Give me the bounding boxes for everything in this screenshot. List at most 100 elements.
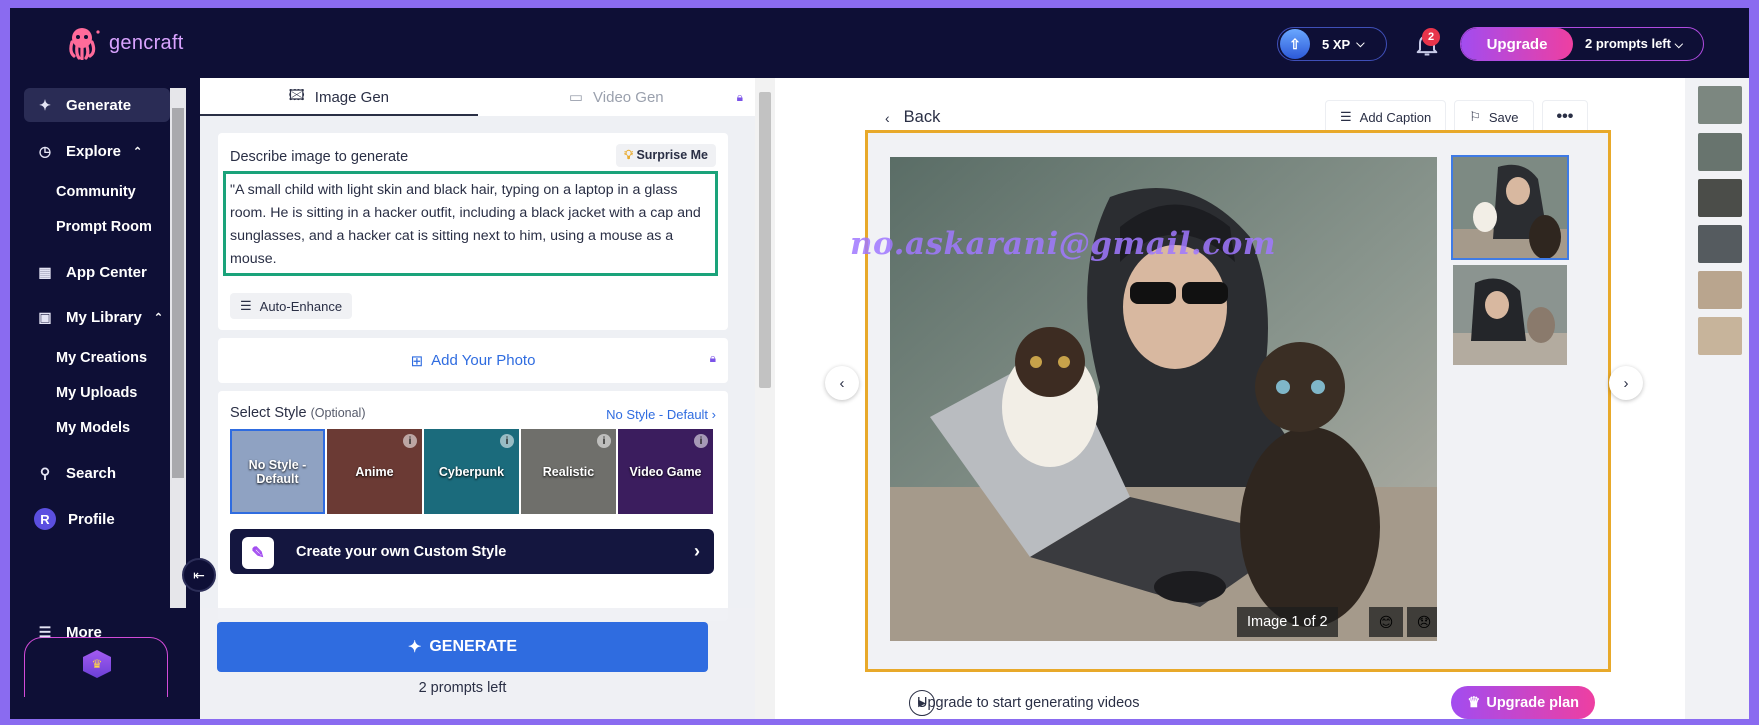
- sidebar-item-profile[interactable]: R Profile: [34, 508, 115, 530]
- history-thumbnail[interactable]: [1698, 271, 1742, 309]
- style-cyberpunk[interactable]: i Cyberpunk: [424, 429, 519, 514]
- sidebar-item-community[interactable]: Community: [56, 184, 136, 200]
- caption-lines-icon: ☰: [1340, 109, 1352, 124]
- style-grid: No Style - Default i Anime i Cyberpunk i…: [230, 429, 713, 514]
- chevron-up-icon: ⌃: [153, 311, 164, 324]
- sparkle-icon: ✦: [407, 639, 422, 656]
- style-anime[interactable]: i Anime: [327, 429, 422, 514]
- sidebar-item-my-uploads[interactable]: My Uploads: [56, 385, 137, 401]
- tab-image-gen[interactable]: 🖾 Image Gen: [200, 78, 478, 116]
- grid-icon: ▦: [38, 263, 52, 280]
- prompts-left-dropdown[interactable]: 2 prompts left ⌵: [1585, 36, 1683, 52]
- more-options-button[interactable]: •••: [1541, 100, 1589, 134]
- auto-enhance-button[interactable]: ☰ Auto-Enhance: [230, 293, 353, 319]
- add-photo-card[interactable]: ⊞ Add Your Photo 🔒︎: [218, 338, 728, 383]
- sidebar-item-search[interactable]: ⚲ Search: [36, 464, 116, 482]
- sidebar-item-generate[interactable]: ✦ Generate: [24, 88, 170, 122]
- xp-label: 5 XP: [1322, 36, 1351, 52]
- history-thumbnail[interactable]: [1698, 225, 1742, 263]
- custom-style-label: Create your own Custom Style: [296, 543, 507, 560]
- select-style-label: Select Style (Optional): [230, 405, 366, 421]
- add-photo-label: Add Your Photo: [431, 352, 536, 369]
- add-caption-button[interactable]: ☰ Add Caption: [1325, 100, 1447, 134]
- crown-icon: ♛: [83, 650, 111, 678]
- generate-panel: 🖾 Image Gen ▭ Video Gen 🔒︎ Describe imag…: [200, 78, 775, 719]
- sidebar: ✦ Generate ◷ Explore ⌃ Community Prompt …: [10, 78, 200, 719]
- style-no-style[interactable]: No Style - Default: [230, 429, 325, 514]
- info-icon[interactable]: i: [694, 434, 708, 448]
- sidebar-item-label: Generate: [66, 96, 132, 114]
- sparkle-icon: ✦: [39, 96, 51, 113]
- surprise-me-button[interactable]: 💡︎ Surprise Me: [616, 144, 716, 167]
- watermark-text: no.askarani@gmail.com: [850, 226, 1277, 262]
- prompt-textarea[interactable]: "A small child with light skin and black…: [223, 171, 718, 276]
- add-photo-button[interactable]: ⊞ Add Your Photo: [218, 338, 728, 383]
- info-icon[interactable]: i: [403, 434, 417, 448]
- sidebar-item-label: Profile: [68, 510, 115, 528]
- sidebar-item-my-library[interactable]: ▣ My Library ⌃: [36, 308, 163, 326]
- info-icon[interactable]: i: [597, 434, 611, 448]
- sidebar-scrollbar-thumb[interactable]: [172, 108, 184, 478]
- back-button[interactable]: ‹ Back: [885, 108, 940, 127]
- avatar: R: [34, 508, 56, 530]
- premium-card[interactable]: ♛: [24, 637, 168, 697]
- chevron-right-icon: ›: [1623, 374, 1629, 392]
- chevron-left-icon: ‹: [885, 109, 890, 126]
- generate-label: GENERATE: [429, 638, 518, 655]
- history-thumbnail[interactable]: [1698, 179, 1742, 217]
- sidebar-item-my-creations[interactable]: My Creations: [56, 350, 147, 366]
- logo[interactable]: gencraft: [65, 26, 184, 60]
- surprise-me-label: Surprise Me: [636, 148, 708, 162]
- history-thumbnail[interactable]: [1698, 133, 1742, 171]
- back-label: Back: [903, 108, 941, 126]
- style-default-link[interactable]: No Style - Default ›: [606, 407, 716, 422]
- style-video-game[interactable]: i Video Game: [618, 429, 713, 514]
- panel-scrollbar-thumb[interactable]: [759, 92, 771, 388]
- prompts-left-label: 2 prompts left: [1585, 36, 1671, 51]
- sidebar-item-label: App Center: [66, 263, 147, 281]
- frown-reaction-icon[interactable]: 😞︎: [1407, 607, 1437, 637]
- thumbnail-image-2[interactable]: [1453, 265, 1567, 365]
- save-button[interactable]: ⚐ Save: [1454, 100, 1534, 134]
- xp-button[interactable]: ⇧ 5 XP ⌵: [1277, 27, 1387, 61]
- thumbnail-art: [1453, 265, 1567, 365]
- save-label: Save: [1488, 109, 1519, 125]
- upgrade-plan-button[interactable]: ♛ Upgrade plan: [1451, 686, 1595, 719]
- style-realistic[interactable]: i Realistic: [521, 429, 616, 514]
- sidebar-item-explore[interactable]: ◷ Explore ⌃: [36, 142, 142, 160]
- upgrade-button[interactable]: Upgrade: [1461, 28, 1573, 60]
- chevron-down-icon: ⌵: [1674, 39, 1683, 51]
- sidebar-item-prompt-room[interactable]: Prompt Room: [56, 219, 152, 235]
- compass-icon: ◷: [38, 142, 52, 159]
- collapse-sidebar-button[interactable]: ⇤: [182, 558, 216, 592]
- tab-video-gen[interactable]: ▭ Video Gen 🔒︎: [478, 78, 756, 116]
- smile-reaction-icon[interactable]: 😊︎: [1369, 607, 1403, 637]
- lock-icon: 🔒︎: [709, 351, 716, 365]
- previous-image-button[interactable]: ‹: [825, 366, 859, 400]
- app-window: gencraft ⇧ 5 XP ⌵ 2 Upgrade 2 prompts le…: [10, 8, 1749, 719]
- thumbnail-image-1[interactable]: [1451, 155, 1569, 260]
- next-image-button[interactable]: ›: [1609, 366, 1643, 400]
- chevron-right-icon: ›: [694, 541, 700, 561]
- notification-count-badge: 2: [1422, 28, 1440, 46]
- sidebar-item-label: My Library: [66, 308, 142, 326]
- image-viewer: ‹ Back ☰ Add Caption ⚐ Save ••• Image 1 …: [775, 78, 1695, 719]
- crown-icon: ♛: [1467, 694, 1481, 711]
- image-counter: Image 1 of 2: [1237, 607, 1338, 637]
- chevron-up-icon: ⌃: [133, 145, 143, 158]
- custom-style-button[interactable]: ✎ Create your own Custom Style ›: [230, 529, 714, 574]
- sidebar-item-my-models[interactable]: My Models: [56, 420, 130, 436]
- sidebar-item-more[interactable]: ☰ More: [36, 623, 102, 641]
- upgrade-video-bar: ▶ Upgrade to start generating videos ♛ U…: [877, 686, 1595, 719]
- tab-label: Video Gen: [593, 88, 664, 106]
- viewer-actions: ☰ Add Caption ⚐ Save •••: [1325, 100, 1589, 134]
- selected-image-frame: Image 1 of 2 😊︎ 😞︎: [865, 130, 1611, 672]
- history-thumbnail[interactable]: [1698, 86, 1742, 124]
- describe-label: Describe image to generate: [230, 149, 409, 165]
- history-thumbnail[interactable]: [1698, 317, 1742, 355]
- info-icon[interactable]: i: [500, 434, 514, 448]
- sidebar-item-app-center[interactable]: ▦ App Center: [36, 263, 147, 281]
- ellipsis-icon: •••: [1556, 108, 1574, 125]
- sidebar-item-label: Search: [66, 464, 117, 482]
- generate-button[interactable]: ✦ GENERATE: [217, 622, 708, 672]
